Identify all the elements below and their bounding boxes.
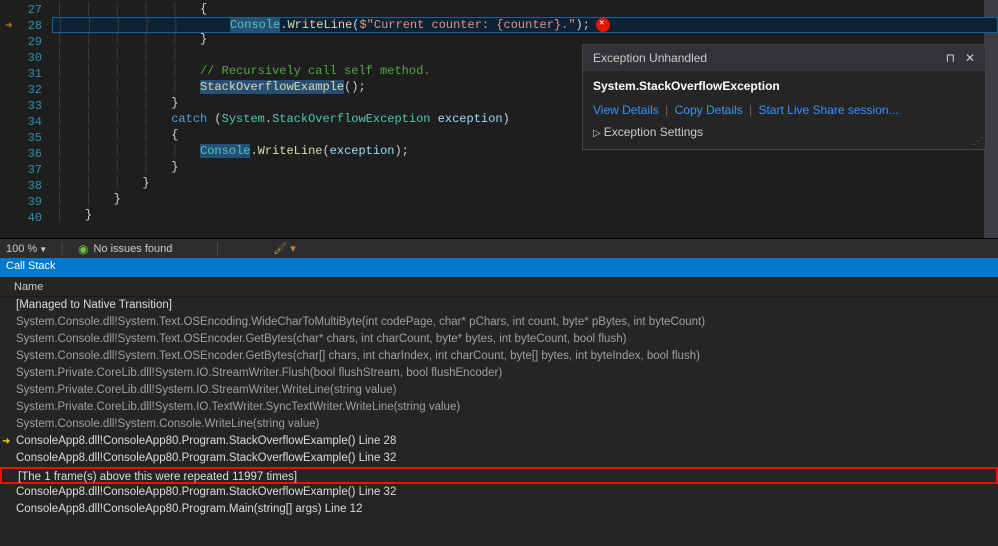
pin-icon[interactable]: ⊓ bbox=[946, 51, 955, 65]
line-number: 37 bbox=[0, 162, 42, 178]
code-editor[interactable]: 27 28 29 30 31 32 33 34 35 36 37 38 39 4… bbox=[0, 0, 998, 238]
callstack-columns: Name bbox=[0, 277, 998, 297]
stack-frame[interactable]: System.Console.dll!System.Text.OSEncoder… bbox=[0, 348, 998, 365]
token-method: WriteLine bbox=[287, 18, 352, 32]
line-number: 31 bbox=[0, 66, 42, 82]
line-number: 33 bbox=[0, 98, 42, 114]
line-number: 34 bbox=[0, 114, 42, 130]
line-number: 40 bbox=[0, 210, 42, 226]
exception-settings-toggle[interactable]: ▷Exception Settings bbox=[593, 125, 975, 139]
token-string: $"Current counter: {counter}." bbox=[359, 18, 575, 32]
line-number-gutter: 27 28 29 30 31 32 33 34 35 36 37 38 39 4… bbox=[0, 0, 52, 238]
error-icon[interactable] bbox=[596, 18, 610, 32]
stack-frame[interactable]: System.Private.CoreLib.dll!System.IO.Tex… bbox=[0, 399, 998, 416]
stack-frame-current[interactable]: ➜ConsoleApp8.dll!ConsoleApp80.Program.St… bbox=[0, 433, 998, 450]
copy-details-link[interactable]: Copy Details bbox=[675, 103, 743, 117]
line-number: 30 bbox=[0, 50, 42, 66]
exception-popup-title: Exception Unhandled bbox=[593, 51, 707, 65]
stack-frame[interactable]: ConsoleApp8.dll!ConsoleApp80.Program.Sta… bbox=[0, 484, 998, 501]
stack-frame[interactable]: [Managed to Native Transition] bbox=[0, 297, 998, 314]
line-number: 29 bbox=[0, 34, 42, 50]
stack-frame[interactable]: System.Private.CoreLib.dll!System.IO.Str… bbox=[0, 365, 998, 382]
token-method: StackOverflowExample bbox=[200, 80, 344, 94]
exception-type-label: System.StackOverflowException bbox=[593, 79, 975, 93]
check-circle-icon: ◉ bbox=[78, 242, 88, 256]
stack-frame[interactable]: ConsoleApp8.dll!ConsoleApp80.Program.Sta… bbox=[0, 450, 998, 467]
line-number: 27 bbox=[0, 2, 42, 18]
stack-frame-repeated[interactable]: [The 1 frame(s) above this were repeated… bbox=[0, 467, 998, 484]
line-number: 35 bbox=[0, 130, 42, 146]
column-header-name[interactable]: Name bbox=[14, 281, 43, 293]
close-icon[interactable]: ✕ bbox=[965, 51, 975, 65]
line-number: 36 bbox=[0, 146, 42, 162]
resize-grip-icon[interactable]: ⋰ bbox=[973, 136, 983, 147]
editor-scrollbar[interactable] bbox=[984, 0, 998, 238]
stack-frame[interactable]: System.Console.dll!System.Text.OSEncoder… bbox=[0, 331, 998, 348]
stack-frame[interactable]: System.Console.dll!System.Console.WriteL… bbox=[0, 416, 998, 433]
exception-popup: Exception Unhandled ⊓ ✕ System.StackOver… bbox=[582, 44, 986, 150]
current-frame-arrow-icon: ➜ bbox=[2, 434, 10, 449]
exception-popup-header: Exception Unhandled ⊓ ✕ bbox=[583, 45, 985, 71]
line-number: 32 bbox=[0, 82, 42, 98]
zoom-dropdown[interactable]: 100 %▼ bbox=[6, 243, 47, 255]
token-keyword: catch bbox=[171, 112, 207, 126]
brush-icon[interactable]: 🖌 ▾ bbox=[273, 242, 296, 255]
stack-frame[interactable]: ConsoleApp8.dll!ConsoleApp80.Program.Mai… bbox=[0, 501, 998, 518]
token-type: Console bbox=[230, 18, 280, 32]
line-number: 39 bbox=[0, 194, 42, 210]
line-number: 38 bbox=[0, 178, 42, 194]
view-details-link[interactable]: View Details bbox=[593, 103, 659, 117]
issues-indicator[interactable]: ◉No issues found bbox=[78, 242, 172, 256]
callstack-list[interactable]: [Managed to Native Transition] System.Co… bbox=[0, 297, 998, 546]
callstack-title-bar[interactable]: Call Stack bbox=[0, 258, 998, 277]
editor-status-bar: 100 %▼ │ ◉No issues found │ 🖌 ▾ bbox=[0, 238, 998, 258]
stack-frame[interactable]: System.Console.dll!System.Text.OSEncodin… bbox=[0, 314, 998, 331]
live-share-link[interactable]: Start Live Share session... bbox=[758, 103, 898, 117]
token-comment: // Recursively call self method. bbox=[200, 64, 430, 78]
stack-frame[interactable]: System.Private.CoreLib.dll!System.IO.Str… bbox=[0, 382, 998, 399]
